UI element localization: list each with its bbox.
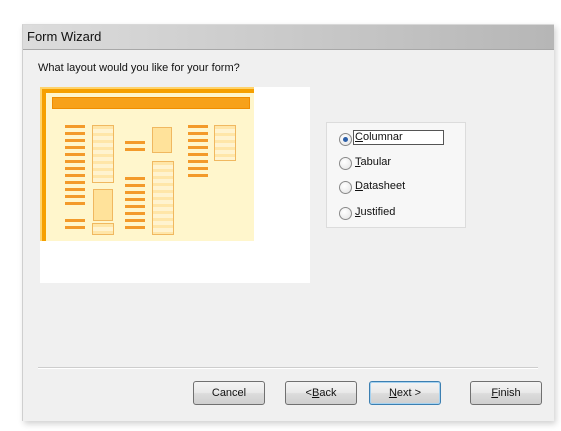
radio-datasheet[interactable] [339, 181, 352, 194]
layout-options-group: Columnar Tabular Datasheet Justified [326, 122, 466, 228]
layout-question: What layout would you like for your form… [38, 62, 240, 74]
option-columnar-label[interactable]: Columnar [353, 130, 444, 145]
preview-form-body [46, 93, 254, 241]
preview-label-column-4 [188, 125, 208, 181]
preview-header-bar [52, 97, 250, 109]
preview-label-column-2 [125, 141, 145, 155]
next-button[interactable]: Next > [369, 381, 441, 405]
finish-button[interactable]: Finish [470, 381, 542, 405]
preview-label-column-bottom [65, 219, 85, 229]
title-bar: Form Wizard [23, 25, 554, 50]
option-justified-label[interactable]: Justified [355, 206, 395, 218]
preview-label-column-3 [125, 177, 145, 233]
radio-justified[interactable] [339, 207, 352, 220]
form-wizard-window: Form Wizard What layout would you like f… [22, 24, 554, 421]
radio-columnar[interactable] [339, 133, 352, 146]
preview-label-column [65, 125, 85, 209]
preview-field-column-2 [152, 161, 174, 235]
option-datasheet-label[interactable]: Datasheet [355, 180, 405, 192]
radio-tabular[interactable] [339, 157, 352, 170]
preview-memo-field [93, 189, 113, 221]
preview-field-column-3 [214, 125, 236, 161]
preview-field-2 [152, 127, 172, 153]
option-tabular-label[interactable]: Tabular [355, 156, 391, 168]
cancel-button[interactable]: Cancel [193, 381, 265, 405]
preview-field-column [92, 125, 114, 183]
layout-preview-icon [40, 87, 310, 283]
preview-field-bottom [92, 223, 114, 235]
window-title: Form Wizard [27, 29, 102, 44]
back-button[interactable]: < Back [285, 381, 357, 405]
button-separator [38, 367, 538, 369]
